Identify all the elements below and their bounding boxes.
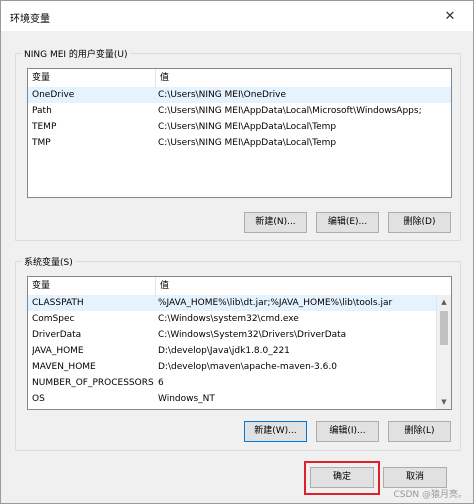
var-value: C:\Windows\System32\Drivers\DriverData: [158, 330, 347, 340]
user-variables-list[interactable]: 变量 值 OneDrive C:\Users\NING MEI\OneDrive…: [27, 68, 452, 198]
var-name: OS: [32, 394, 45, 404]
window-title: 环境变量: [10, 14, 50, 25]
var-value: C:\Users\NING MEI\AppData\Local\Temp: [158, 122, 337, 132]
column-header-value[interactable]: 值: [156, 277, 451, 295]
var-value: Windows_NT: [158, 394, 215, 404]
var-name: MAVEN_HOME: [32, 362, 96, 372]
list-header: 变量 值: [28, 69, 451, 88]
var-name: TMP: [32, 138, 51, 148]
cancel-button[interactable]: 取消: [383, 467, 447, 488]
user-edit-button[interactable]: 编辑(E)...: [316, 212, 379, 233]
var-value: C:\Users\NING MEI\OneDrive: [158, 90, 286, 100]
system-var-row[interactable]: OS Windows_NT: [28, 391, 437, 407]
var-name: CLASSPATH: [32, 298, 84, 308]
system-variables-group: 系统变量(S) 变量 值 CLASSPATH %JAVA_HOME%\lib\d…: [15, 255, 461, 451]
var-name: TEMP: [32, 122, 57, 132]
system-var-row[interactable]: NUMBER_OF_PROCESSORS 6: [28, 375, 437, 391]
system-edit-button[interactable]: 编辑(I)...: [316, 421, 379, 442]
var-value: 6: [158, 378, 164, 388]
var-name: DriverData: [32, 330, 82, 340]
scroll-thumb[interactable]: [440, 311, 448, 345]
title-bar: 环境变量 ✕: [1, 1, 473, 31]
var-value: C:\Windows\system32\cmd.exe: [158, 314, 299, 324]
user-var-row[interactable]: Path C:\Users\NING MEI\AppData\Local\Mic…: [28, 103, 451, 119]
system-variables-label: 系统变量(S): [22, 255, 75, 268]
system-variables-list[interactable]: 变量 值 CLASSPATH %JAVA_HOME%\lib\dt.jar;%J…: [27, 276, 452, 410]
var-name: ComSpec: [32, 314, 75, 324]
scroll-up-arrow-icon[interactable]: ▲: [437, 295, 451, 309]
system-var-row[interactable]: MAVEN_HOME D:\develop\maven\apache-maven…: [28, 359, 437, 375]
var-name: OneDrive: [32, 90, 75, 100]
var-value: D:\develop\maven\apache-maven-3.6.0: [158, 362, 337, 372]
user-variables-label: NING MEI 的用户变量(U): [22, 47, 130, 60]
environment-variables-dialog: 环境变量 ✕ NING MEI 的用户变量(U) 变量 值 OneDrive C…: [0, 0, 474, 504]
user-var-row[interactable]: OneDrive C:\Users\NING MEI\OneDrive: [28, 87, 451, 103]
system-var-row[interactable]: DriverData C:\Windows\System32\Drivers\D…: [28, 327, 437, 343]
var-value: %JAVA_HOME%\lib\dt.jar;%JAVA_HOME%\lib\t…: [158, 298, 393, 308]
list-header: 变量 值: [28, 277, 451, 296]
user-var-row[interactable]: TMP C:\Users\NING MEI\AppData\Local\Temp: [28, 135, 451, 151]
user-new-button[interactable]: 新建(N)...: [244, 212, 307, 233]
user-variables-group: NING MEI 的用户变量(U) 变量 值 OneDrive C:\Users…: [15, 47, 461, 241]
scroll-down-arrow-icon[interactable]: ▼: [437, 395, 451, 409]
var-name: JAVA_HOME: [32, 346, 84, 356]
column-header-value[interactable]: 值: [156, 69, 451, 87]
var-value: C:\Users\NING MEI\AppData\Local\Microsof…: [158, 106, 422, 116]
user-delete-button[interactable]: 删除(D): [388, 212, 451, 233]
system-var-row[interactable]: ComSpec C:\Windows\system32\cmd.exe: [28, 311, 437, 327]
user-var-row[interactable]: TEMP C:\Users\NING MEI\AppData\Local\Tem…: [28, 119, 451, 135]
column-header-variable[interactable]: 变量: [28, 277, 156, 295]
system-var-row[interactable]: JAVA_HOME D:\develop\Java\jdk1.8.0_221: [28, 343, 437, 359]
watermark: CSDN @猿月亮。: [393, 490, 467, 500]
system-var-row[interactable]: CLASSPATH %JAVA_HOME%\lib\dt.jar;%JAVA_H…: [28, 295, 437, 311]
var-name: Path: [32, 106, 52, 116]
column-header-variable[interactable]: 变量: [28, 69, 156, 87]
var-value: D:\develop\Java\jdk1.8.0_221: [158, 346, 290, 356]
close-button[interactable]: ✕: [427, 1, 473, 31]
ok-button[interactable]: 确定: [310, 467, 374, 488]
system-list-scrollbar[interactable]: ▲ ▼: [436, 295, 451, 409]
close-icon: ✕: [444, 8, 456, 24]
var-name: NUMBER_OF_PROCESSORS: [32, 378, 154, 388]
var-value: C:\Users\NING MEI\AppData\Local\Temp: [158, 138, 337, 148]
system-delete-button[interactable]: 删除(L): [388, 421, 451, 442]
system-new-button[interactable]: 新建(W)...: [244, 421, 307, 442]
